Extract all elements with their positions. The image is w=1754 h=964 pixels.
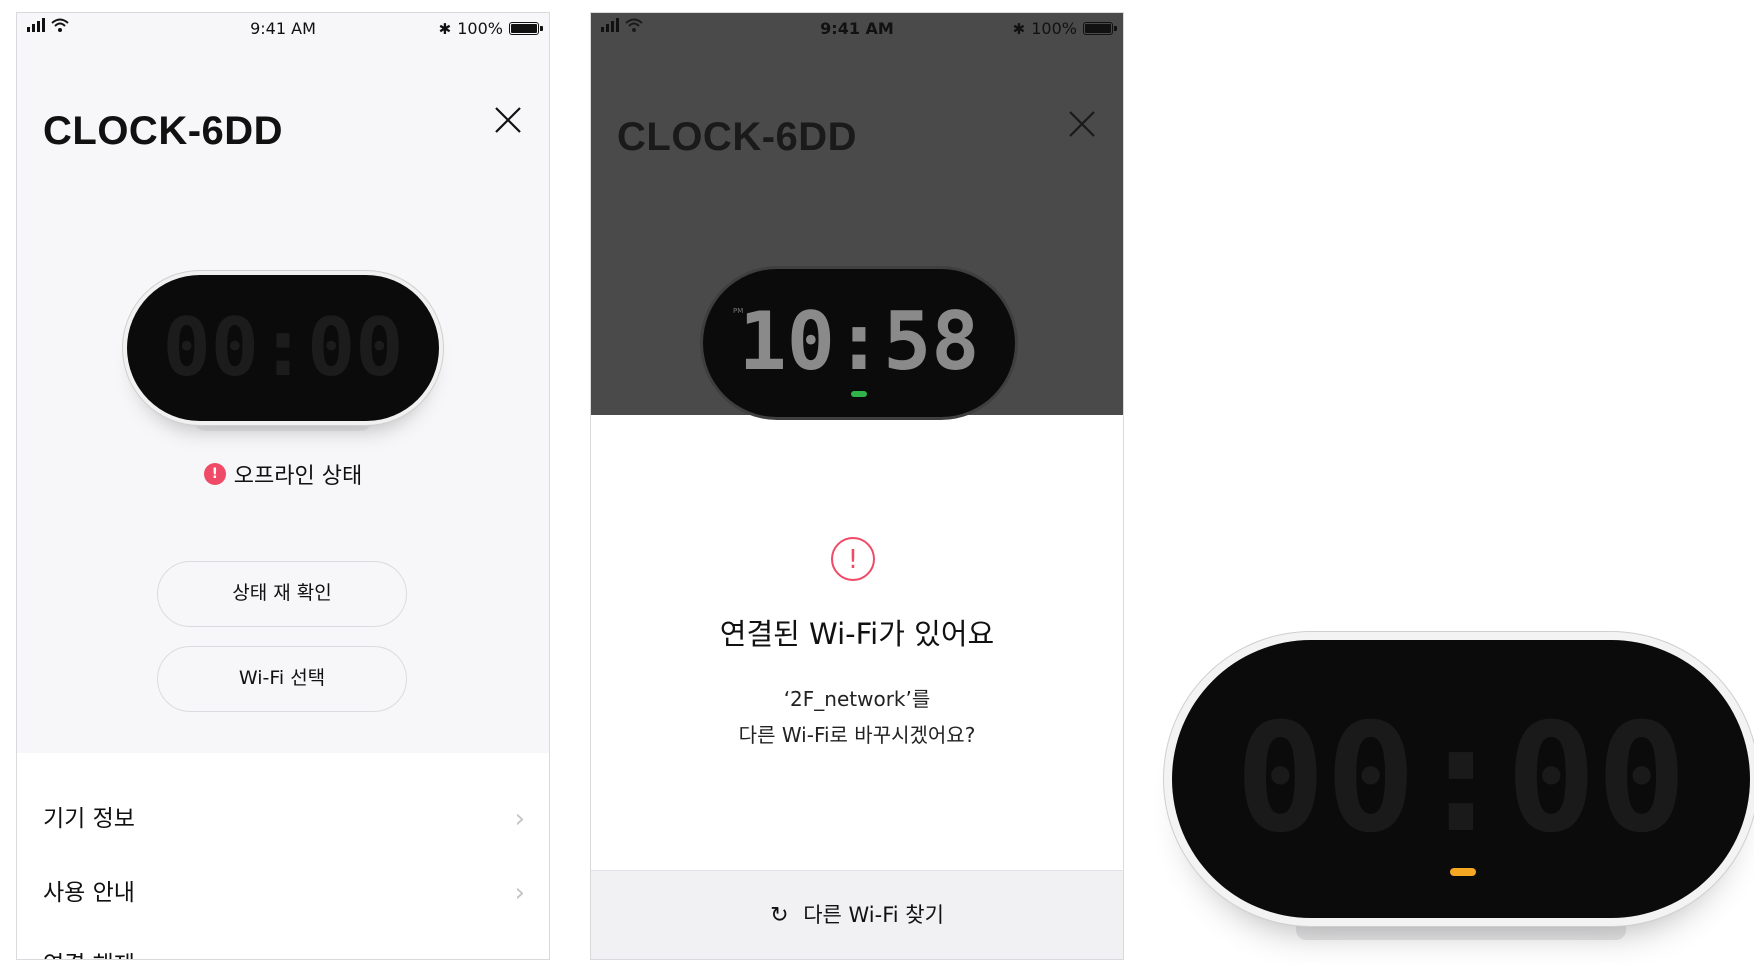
menu-label: 기기 정보 — [43, 806, 135, 832]
status-led-green — [851, 391, 867, 397]
wifi-select-button[interactable]: Wi-Fi 선택 — [157, 646, 407, 712]
dialog-desc-line1: ‘2F_network’를 — [783, 687, 931, 711]
device-title: CLOCK-6DD — [617, 115, 858, 159]
clock-display: 00:00 — [162, 301, 404, 394]
find-other-wifi-button[interactable]: ↻ 다른 Wi-Fi 찾기 — [591, 870, 1123, 959]
clock-product-render: 00:00 — [1172, 640, 1750, 940]
bluetooth-icon: ✱ — [438, 19, 452, 38]
clock-illustration: PM 10:58 — [703, 269, 1015, 417]
battery-icon — [1083, 22, 1117, 35]
menu-label: 연결 해제 — [43, 952, 135, 959]
status-led-orange — [1450, 868, 1476, 876]
clock-display: 00:00 — [1235, 692, 1687, 866]
clock-display: 10:58 — [738, 295, 980, 388]
chevron-right-icon: › — [514, 878, 525, 908]
battery-percent: 100% — [1031, 19, 1077, 38]
status-right: ✱ 100% — [438, 19, 543, 38]
status-text: 오프라인 상태 — [233, 464, 363, 489]
recheck-status-button[interactable]: 상태 재 확인 — [157, 561, 407, 627]
find-other-wifi-label: 다른 Wi-Fi 찾기 — [803, 903, 944, 927]
dialog-desc-line2: 다른 Wi-Fi로 바꾸시겠어요? — [738, 723, 976, 747]
settings-menu: 기기 정보 › 사용 안내 › 연결 해제 — [17, 753, 549, 959]
close-icon[interactable] — [493, 105, 523, 135]
device-title: CLOCK-6DD — [43, 109, 284, 153]
chevron-right-icon: › — [514, 804, 525, 834]
screen-offline: 9:41 AM ✱ 100% CLOCK-6DD 00:00 ! 오프라인 상태… — [16, 12, 550, 960]
refresh-icon: ↻ — [770, 903, 789, 928]
menu-item-device-info[interactable]: 기기 정보 › — [17, 783, 549, 855]
clock-illustration: 00:00 — [127, 275, 439, 431]
offline-status: ! 오프라인 상태 — [17, 458, 549, 490]
status-right: ✱ 100% — [1012, 19, 1117, 38]
battery-icon — [509, 22, 543, 35]
status-bar: 9:41 AM ✱ 100% — [17, 13, 549, 43]
status-bar: 9:41 AM ✱ 100% — [591, 13, 1123, 43]
alert-icon: ! — [203, 463, 226, 485]
battery-percent: 100% — [457, 19, 503, 38]
dialog-title: 연결된 Wi-Fi가 있어요 — [719, 617, 995, 651]
dimmed-header: 9:41 AM ✱ 100% CLOCK-6DD PM 10:58 — [591, 13, 1123, 417]
menu-item-disconnect[interactable]: 연결 해제 — [17, 929, 549, 959]
screen-wifi-connected: 9:41 AM ✱ 100% CLOCK-6DD PM 10:58 ! 연결된 … — [590, 12, 1124, 960]
close-icon[interactable] — [1067, 109, 1097, 139]
menu-label: 사용 안내 — [43, 880, 135, 906]
bluetooth-icon: ✱ — [1012, 19, 1026, 38]
menu-item-usage-guide[interactable]: 사용 안내 › — [17, 857, 549, 929]
alert-icon: ! — [831, 537, 875, 581]
